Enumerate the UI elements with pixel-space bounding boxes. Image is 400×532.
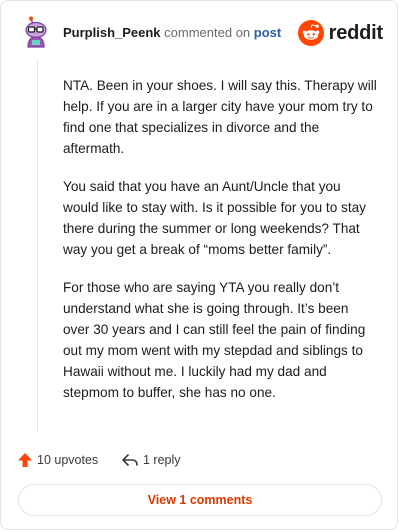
comment-actions: 10 upvotes 1 reply: [17, 449, 377, 471]
thread-line: [37, 59, 38, 431]
commented-on-text: commented on: [164, 25, 251, 40]
reply-count: 1 reply: [143, 453, 181, 467]
comment-card: Purplish_Peenk commented on post reddit …: [0, 0, 398, 530]
reddit-wordmark: reddit: [328, 21, 384, 44]
snoo-avatar-icon: [25, 16, 47, 48]
reply-arrow-icon: [122, 454, 138, 466]
comment-meta: Purplish_Peenk commented on post: [63, 25, 281, 41]
reddit-alien-logo-icon: [297, 20, 324, 46]
avatar[interactable]: [19, 15, 55, 51]
comment-header: Purplish_Peenk commented on post reddit: [19, 15, 383, 51]
comment-body: NTA. Been in your shoes. I will say this…: [63, 75, 377, 420]
upvote-button[interactable]: 10 upvotes: [17, 449, 98, 471]
username-link[interactable]: Purplish_Peenk: [63, 25, 161, 40]
reply-button[interactable]: 1 reply: [121, 449, 181, 471]
comment-paragraph: You said that you have an Aunt/Uncle tha…: [63, 179, 366, 257]
post-link[interactable]: post: [254, 25, 281, 40]
reddit-brand[interactable]: reddit: [297, 19, 384, 47]
comment-paragraph: NTA. Been in your shoes. I will say this…: [63, 78, 377, 156]
upvote-count: 10 upvotes: [37, 453, 99, 467]
view-comments-button[interactable]: View 1 comments: [18, 484, 382, 516]
comment-paragraph: For those who are saying YTA you really …: [63, 280, 366, 400]
upvote-arrow-icon: [18, 453, 32, 467]
